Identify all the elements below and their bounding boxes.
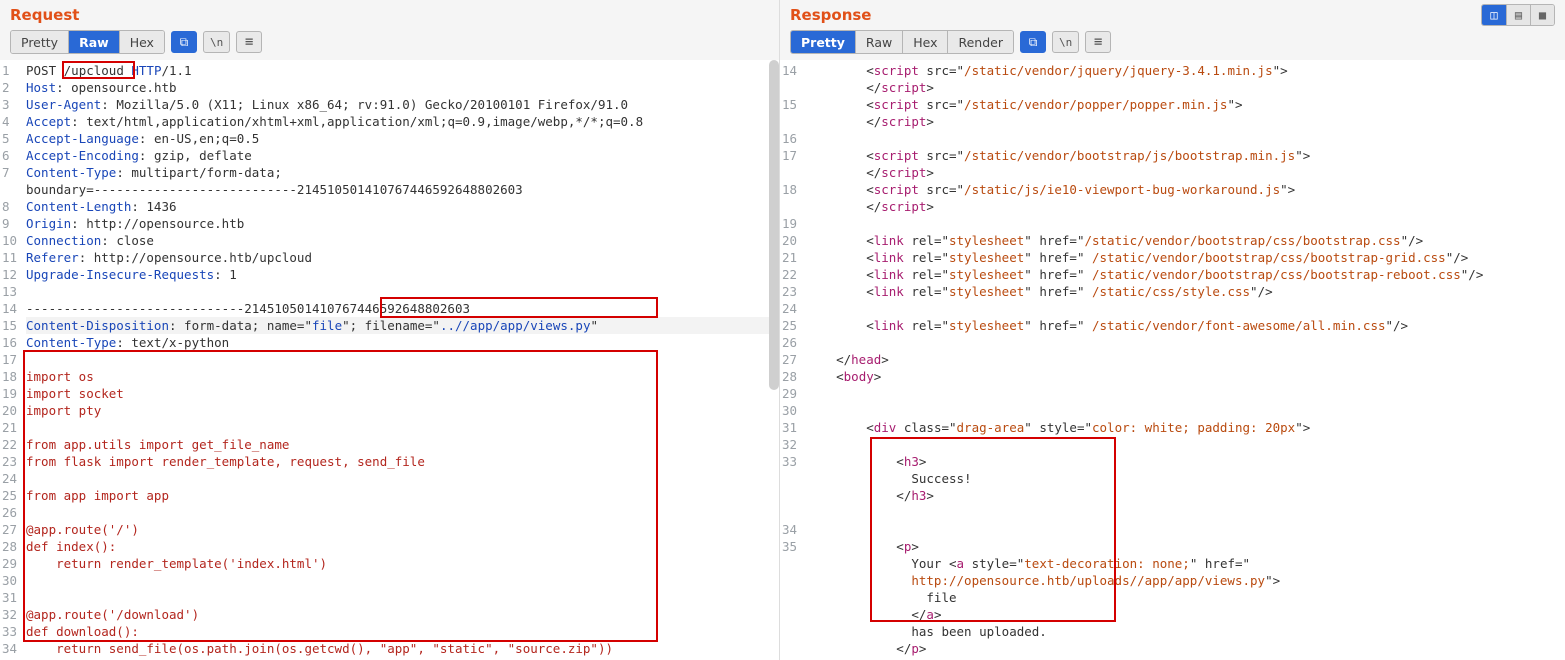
request-header: Request: [0, 0, 779, 28]
request-gutter: 1234567891011121314151617181920212223242…: [0, 60, 22, 660]
response-gutter: 1415161718192021222324252627282930313233…: [780, 60, 802, 660]
request-title: Request: [10, 6, 79, 24]
response-pane: Response Pretty Raw Hex Render 141516171…: [780, 0, 1565, 660]
response-code[interactable]: <script src="/static/vendor/jquery/jquer…: [802, 60, 1565, 660]
request-toolbar: Pretty Raw Hex: [0, 28, 779, 60]
layout-full[interactable]: [1530, 5, 1554, 25]
hsplit-icon: [1515, 8, 1522, 22]
request-code[interactable]: POST /upcloud HTTP/1.1Host: opensource.h…: [22, 60, 779, 660]
filter-icon: [1029, 35, 1038, 50]
tab-pretty[interactable]: Pretty: [791, 31, 855, 53]
request-editor[interactable]: 1234567891011121314151617181920212223242…: [0, 60, 779, 660]
response-editor[interactable]: 1415161718192021222324252627282930313233…: [780, 60, 1565, 660]
request-view-tabs: Pretty Raw Hex: [10, 30, 165, 54]
tab-raw[interactable]: Raw: [855, 31, 902, 53]
filter-button[interactable]: [171, 31, 197, 53]
split-panes: Request Pretty Raw Hex 12345678910111213…: [0, 0, 1565, 660]
newline-icon: [210, 35, 223, 49]
newline-toggle[interactable]: [203, 31, 230, 53]
response-toolbar: Pretty Raw Hex Render: [780, 28, 1565, 60]
tab-hex[interactable]: Hex: [119, 31, 164, 53]
tab-pretty[interactable]: Pretty: [11, 31, 68, 53]
tab-raw[interactable]: Raw: [68, 31, 119, 53]
filter-icon: [180, 35, 189, 50]
layout-horizontal[interactable]: [1506, 5, 1530, 25]
newline-icon: [1059, 35, 1072, 49]
tab-hex[interactable]: Hex: [902, 31, 947, 53]
response-header: Response: [780, 0, 1565, 28]
menu-button[interactable]: [236, 31, 262, 53]
layout-vertical[interactable]: [1482, 5, 1506, 25]
menu-icon: [1094, 34, 1102, 50]
response-view-tabs: Pretty Raw Hex Render: [790, 30, 1014, 54]
newline-toggle[interactable]: [1052, 31, 1079, 53]
request-pane: Request Pretty Raw Hex 12345678910111213…: [0, 0, 780, 660]
full-icon: [1539, 8, 1546, 22]
scrollbar[interactable]: [769, 60, 779, 390]
response-title: Response: [790, 6, 871, 24]
tab-render[interactable]: Render: [947, 31, 1013, 53]
menu-button[interactable]: [1085, 31, 1111, 53]
filter-button[interactable]: [1020, 31, 1046, 53]
layout-switcher: [1481, 4, 1555, 26]
vsplit-icon: [1490, 8, 1497, 22]
menu-icon: [245, 34, 253, 50]
